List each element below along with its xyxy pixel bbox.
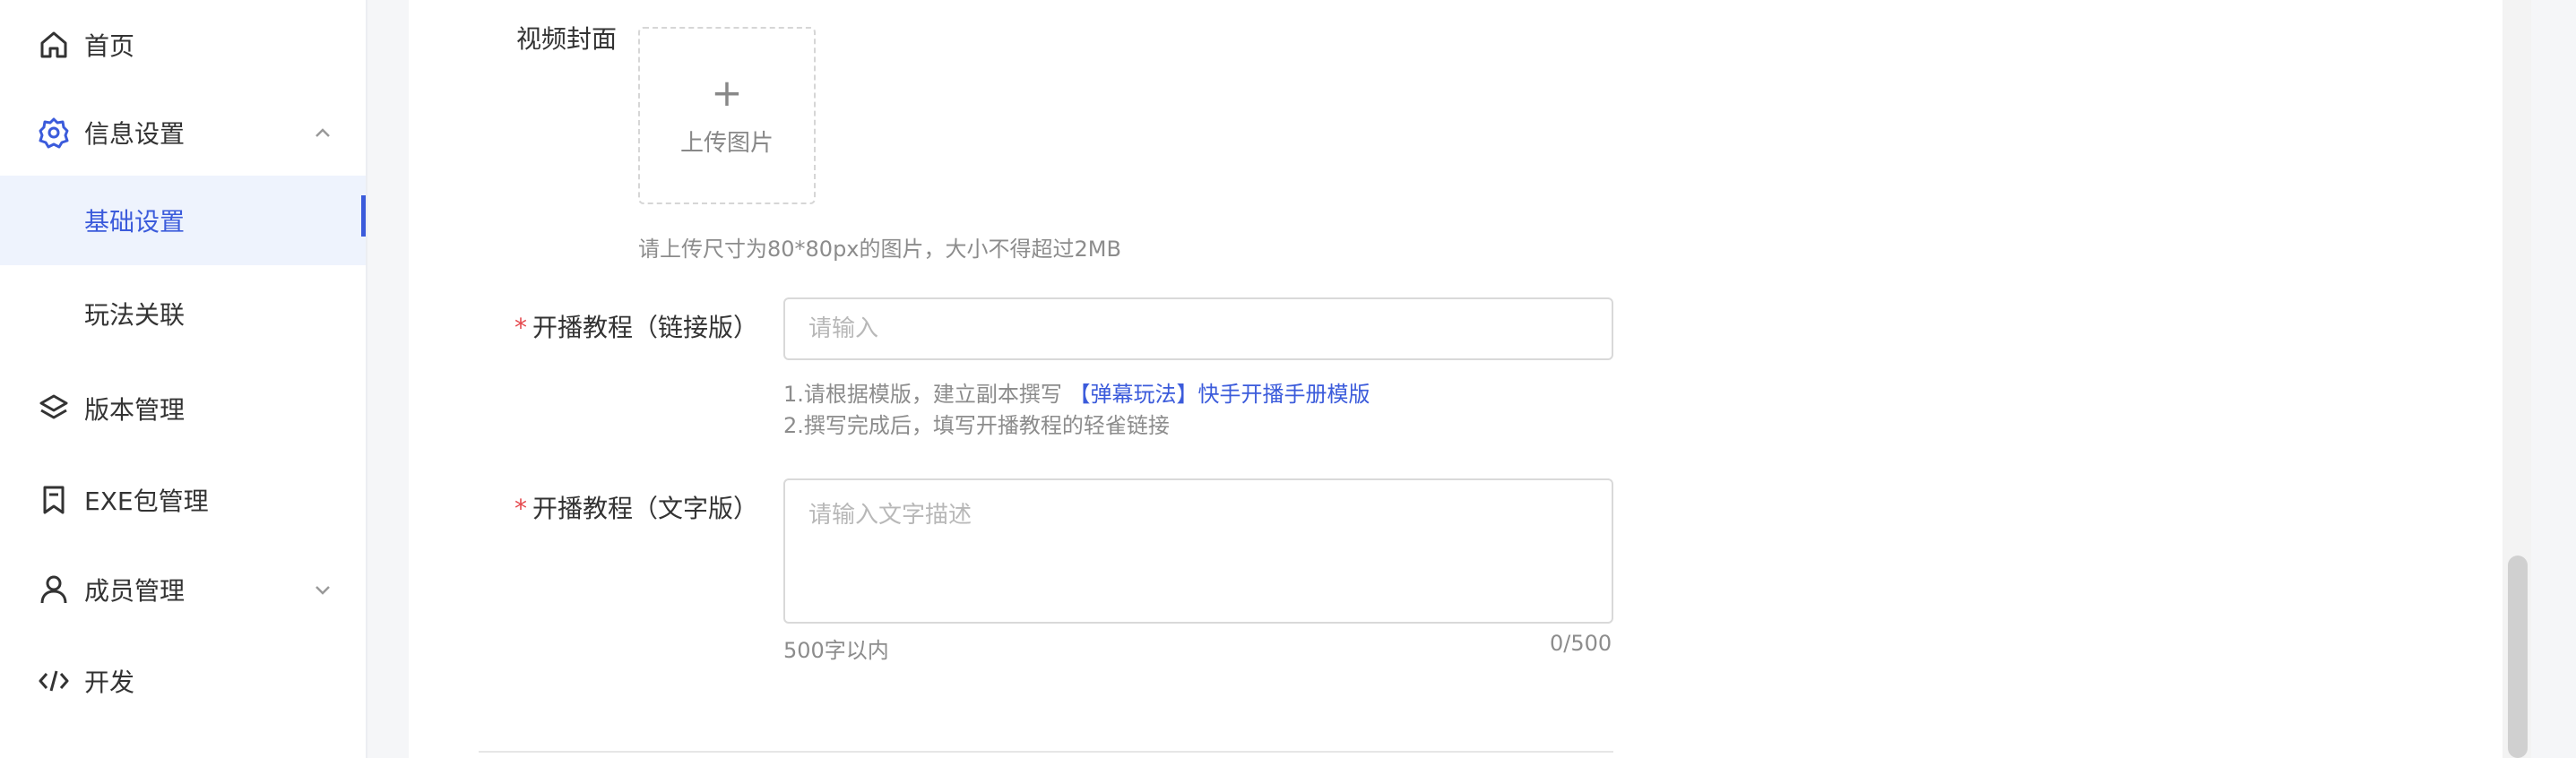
home-icon — [36, 27, 72, 63]
sidebar-item-info-settings[interactable]: 信息设置 — [0, 88, 366, 177]
sidebar-item-basic-settings[interactable]: 基础设置 — [0, 176, 366, 265]
char-counter: 0/500 — [1550, 631, 1612, 656]
sidebar: 首页 信息设置 基础设置 玩法关联 版本管理 EXE包管理 成员管理 开发 — [0, 0, 367, 758]
upload-cover-button[interactable]: + 上传图片 — [638, 27, 816, 204]
chevron-down-icon — [309, 576, 336, 603]
sidebar-item-label: 版本管理 — [84, 395, 186, 425]
sidebar-item-label: 基础设置 — [84, 207, 186, 237]
divider — [479, 751, 1613, 753]
scrollbar-thumb[interactable] — [2508, 556, 2528, 758]
sidebar-item-version-management[interactable]: 版本管理 — [0, 364, 366, 453]
tutorial-link-hint-1: 1.请根据模版，建立副本撰写 【弹幕玩法】快手开播手册模版 — [783, 382, 1370, 407]
cover-label: 视频封面 — [516, 24, 618, 54]
sidebar-item-exe-management[interactable]: EXE包管理 — [0, 455, 366, 545]
code-icon — [36, 663, 72, 699]
sidebar-item-develop[interactable]: 开发 — [0, 636, 366, 726]
upload-label: 上传图片 — [679, 129, 774, 157]
tutorial-text-label: * 开播教程（文字版） — [514, 494, 759, 523]
tutorial-text-textarea[interactable] — [783, 478, 1613, 624]
gear-icon — [36, 115, 72, 151]
chevron-up-icon — [309, 119, 336, 146]
tutorial-link-label: * 开播教程（链接版） — [514, 313, 759, 342]
required-mark: * — [514, 313, 527, 342]
required-mark: * — [514, 494, 527, 523]
bookmark-icon — [36, 482, 72, 518]
sidebar-item-home[interactable]: 首页 — [0, 0, 366, 90]
user-icon — [36, 572, 72, 607]
layers-icon — [36, 391, 72, 426]
scrollbar-track[interactable] — [2503, 0, 2531, 758]
sidebar-item-label: 成员管理 — [84, 576, 186, 606]
sidebar-item-label: 信息设置 — [84, 119, 186, 149]
tutorial-link-hint-2: 2.撰写完成后，填写开播教程的轻雀链接 — [783, 413, 1170, 438]
sidebar-item-member-management[interactable]: 成员管理 — [0, 545, 366, 634]
sidebar-item-label: EXE包管理 — [84, 487, 209, 516]
sidebar-item-label: 玩法关联 — [84, 300, 186, 330]
tutorial-link-input[interactable] — [783, 297, 1613, 360]
template-link[interactable]: 【弹幕玩法】快手开播手册模版 — [1069, 382, 1370, 407]
sidebar-item-label: 首页 — [84, 31, 135, 61]
active-indicator — [361, 195, 366, 237]
tutorial-text-limit-hint: 500字以内 — [783, 638, 889, 663]
cover-hint: 请上传尺寸为80*80px的图片，大小不得超过2MB — [638, 237, 1121, 262]
sidebar-item-label: 开发 — [84, 668, 135, 697]
plus-icon: + — [711, 70, 743, 115]
sidebar-item-gameplay-link[interactable]: 玩法关联 — [0, 269, 366, 358]
